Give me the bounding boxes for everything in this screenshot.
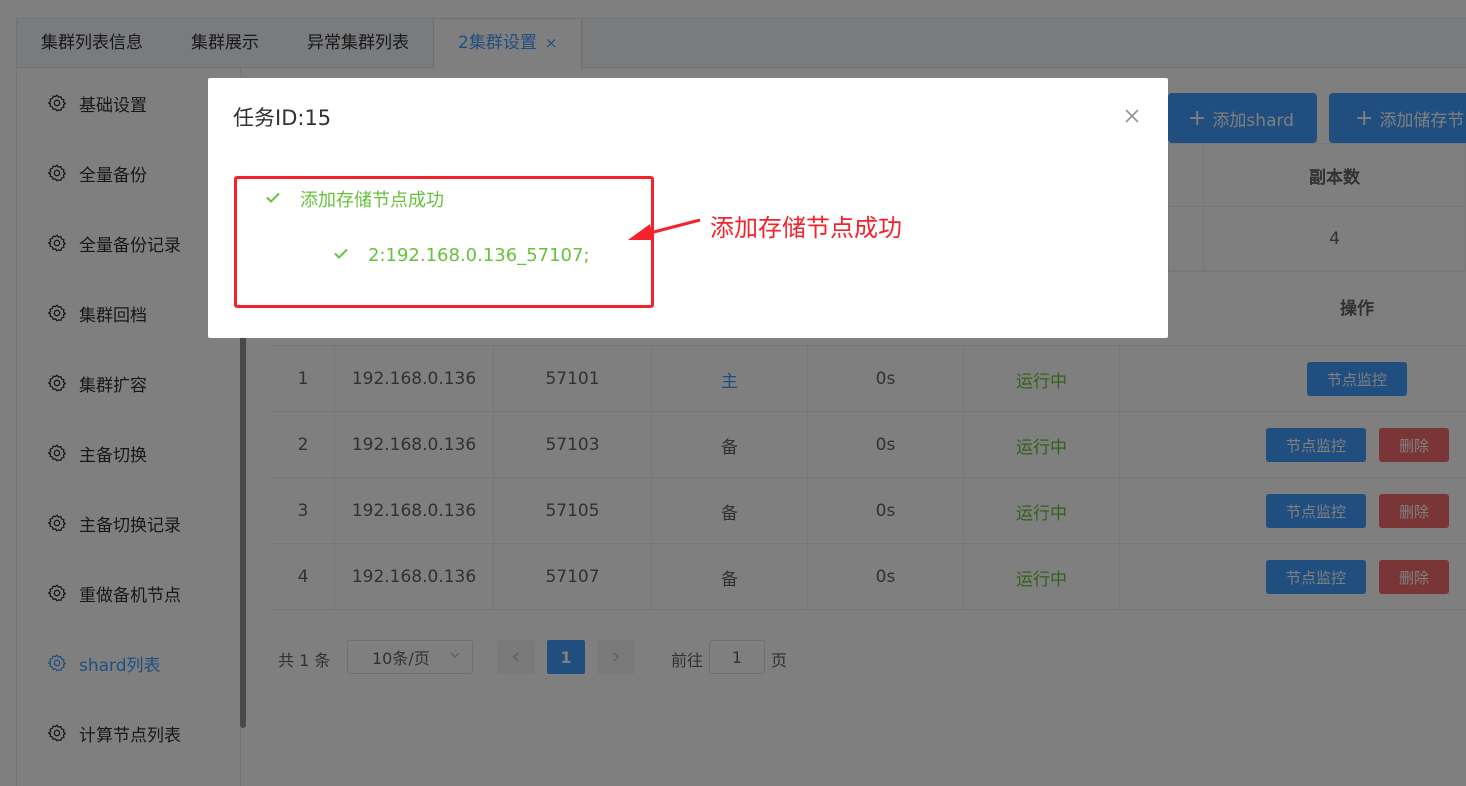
dialog-title: 任务ID:15 — [233, 106, 332, 130]
annotation-text: 添加存储节点成功 — [710, 214, 902, 242]
close-icon[interactable] — [1121, 105, 1143, 127]
annotation-highlight-box — [234, 176, 654, 308]
annotation-arrow-icon — [628, 218, 701, 240]
